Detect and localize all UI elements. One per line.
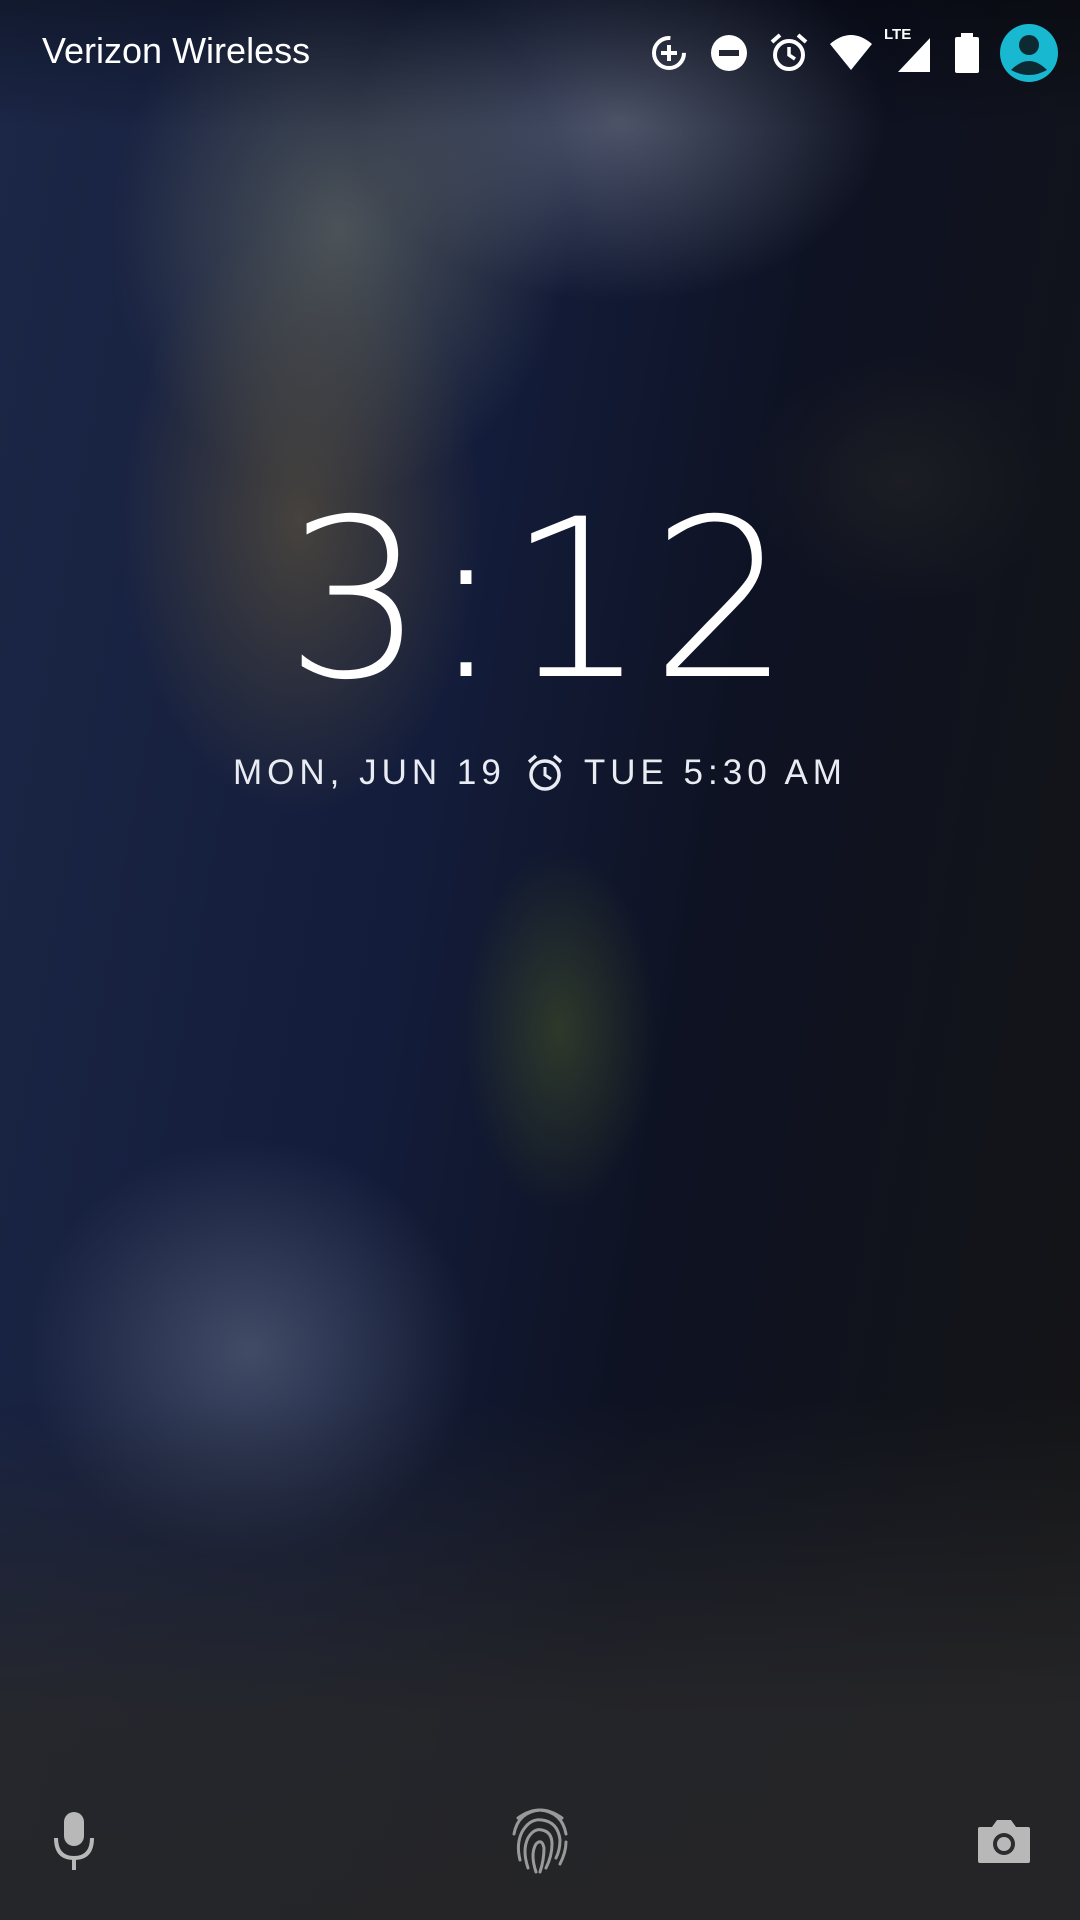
date-alarm-row: MON, JUN 19 TUE 5:30 AM <box>0 752 1080 794</box>
status-icons: LTE <box>648 24 1058 82</box>
next-alarm-icon <box>524 752 566 794</box>
fingerprint-unlock[interactable] <box>508 1800 572 1880</box>
fingerprint-icon <box>508 1800 572 1880</box>
camera-icon <box>976 1817 1032 1869</box>
status-bar: Verizon Wireless LTE <box>0 0 1080 108</box>
do-not-disturb-icon <box>708 32 750 74</box>
voice-assist-button[interactable] <box>42 1808 106 1878</box>
user-avatar-icon[interactable] <box>1000 24 1058 82</box>
data-saver-icon <box>648 32 690 74</box>
lockscreen-clock: 3:12 <box>284 472 796 728</box>
earth-wallpaper <box>0 0 1080 1920</box>
camera-shortcut-button[interactable] <box>972 1808 1036 1878</box>
alarm-icon <box>768 32 810 74</box>
lock-screen: Verizon Wireless LTE 3:12 MON, JUN 19 TU… <box>0 0 1080 1920</box>
wifi-icon <box>828 32 872 74</box>
battery-icon <box>952 32 982 74</box>
lte-signal-icon: LTE <box>884 26 934 74</box>
next-alarm-label: TUE 5:30 AM <box>583 753 847 792</box>
mic-icon <box>52 1810 96 1876</box>
carrier-label: Verizon Wireless <box>42 30 311 71</box>
lte-label: LTE <box>884 26 912 43</box>
date-label: MON, JUN 19 <box>233 753 506 792</box>
